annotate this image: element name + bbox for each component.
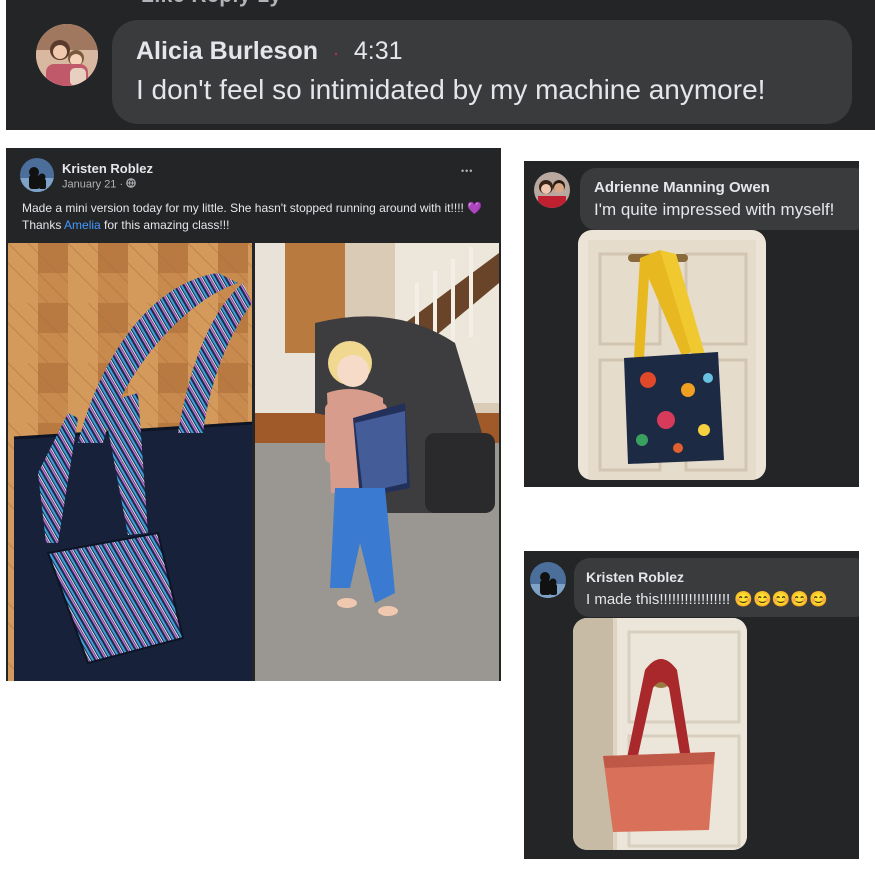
comment-panel-adrienne: Adrienne Manning Owen I'm quite impresse… [524, 161, 859, 487]
comment-bubble: Kristen Roblez I made this!!!!!!!!!!!!!!… [574, 558, 859, 617]
post-meta: January 21 · [62, 178, 137, 191]
floral-tote-photo [578, 230, 766, 480]
comment-author[interactable]: Kristen Roblez [586, 569, 684, 585]
toddler-photo [255, 243, 499, 681]
globe-icon [126, 178, 137, 191]
comment-panel-kristen: Kristen Roblez I made this!!!!!!!!!!!!!!… [524, 551, 859, 859]
smiling-emoji-icon: 😊😊😊😊😊 [734, 591, 828, 608]
avatar[interactable] [534, 172, 570, 208]
avatar[interactable] [530, 562, 566, 598]
post-date[interactable]: January 21 [62, 178, 116, 190]
post-text-part: for this amazing class!!! [100, 218, 230, 232]
mention-link[interactable]: Amelia [64, 218, 101, 232]
post-panel: Kristen Roblez January 21 · ••• Made a m… [6, 148, 501, 681]
comment-time: 4:31 [353, 37, 403, 65]
comment-author[interactable]: Adrienne Manning Owen [594, 179, 770, 196]
post-author[interactable]: Kristen Roblez [62, 161, 153, 176]
comment-author[interactable]: Alicia Burleson [136, 37, 318, 65]
comment-panel-alicia: Like Reply 1y Alicia Burleson · 4:31 I d… [6, 0, 875, 130]
purple-heart-icon: 💜 [467, 201, 483, 215]
profile-photo-icon [530, 562, 566, 598]
comment-photo[interactable] [578, 230, 766, 480]
post-text-part: Made a mini version today for my little.… [22, 201, 468, 215]
comment-photo[interactable] [573, 618, 747, 850]
red-tote-photo [573, 618, 747, 850]
comment-text-line: I made this!!!!!!!!!!!!!!!!! 😊😊😊😊😊 [586, 590, 828, 608]
avatar[interactable] [36, 24, 98, 86]
profile-photo-icon [36, 24, 98, 86]
post-text: Made a mini version today for my little.… [22, 200, 492, 234]
comment-bubble: Alicia Burleson · 4:31 I don't feel so i… [112, 20, 852, 124]
post-photo-toddler[interactable] [255, 243, 499, 681]
comment-actions-cut: Like Reply 1y [141, 0, 282, 8]
profile-photo-icon [20, 158, 54, 192]
tote-bags-photo [8, 243, 252, 681]
comment-text: I'm quite impressed with myself! [594, 200, 835, 219]
comment-bubble: Adrienne Manning Owen I'm quite impresse… [580, 168, 859, 230]
separator-dot: · [119, 178, 124, 191]
post-photo-bags[interactable] [8, 243, 252, 681]
more-options-button[interactable]: ••• [461, 166, 473, 176]
profile-photo-icon [534, 172, 570, 208]
comment-text: I don't feel so intimidated by my machin… [136, 74, 766, 105]
separator-dot: · [332, 43, 339, 63]
post-text-part: Thanks [22, 218, 65, 232]
avatar[interactable] [20, 158, 54, 192]
comment-text: I made this!!!!!!!!!!!!!!!!! [586, 591, 735, 608]
